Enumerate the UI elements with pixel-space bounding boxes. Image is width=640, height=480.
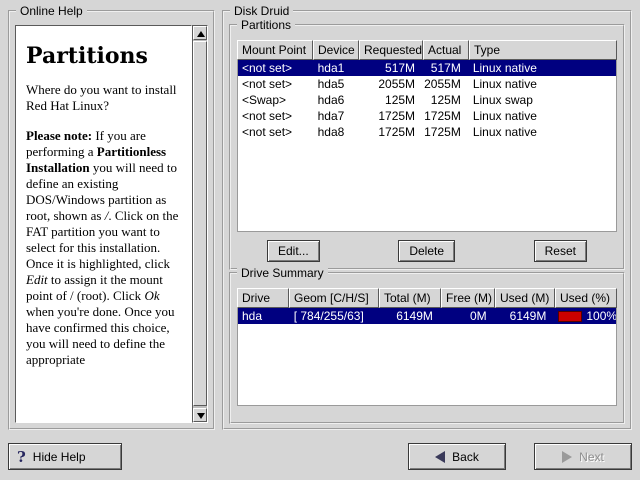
drive-row[interactable]: hda [ 784/255/63] 6149M 0M 6149M 100%: [238, 308, 616, 324]
drive-summary-frame: Drive Summary Drive Geom [C/H/S] Total (…: [229, 272, 625, 424]
cell-free: 0M: [441, 308, 495, 324]
disk-druid-frame: Disk Druid Partitions Mount Point Device…: [222, 10, 632, 430]
arrow-down-icon: [197, 413, 205, 419]
column-header-drive[interactable]: Drive: [237, 288, 289, 308]
column-header-type[interactable]: Type: [469, 40, 617, 60]
column-header-total[interactable]: Total (M): [379, 288, 441, 308]
cell-actual: 1725M: [423, 124, 469, 140]
cell-mount-point: <not set>: [238, 108, 314, 124]
partitions-table-body: <not set> hda1 517M 517M Linux native <n…: [237, 60, 617, 232]
help-heading: Partitions: [26, 48, 183, 64]
scroll-down-button[interactable]: [193, 408, 207, 422]
column-header-requested[interactable]: Requested: [359, 40, 423, 60]
cell-used-m: 6149M: [495, 308, 555, 324]
cell-type: Linux native: [469, 108, 616, 124]
cell-drive: hda: [238, 308, 290, 324]
cell-requested: 517M: [359, 60, 423, 76]
cell-device: hda5: [314, 76, 360, 92]
cell-actual: 125M: [423, 92, 469, 108]
cell-device: hda8: [314, 124, 360, 140]
cell-requested: 1725M: [359, 124, 423, 140]
reset-button[interactable]: Reset: [534, 240, 587, 262]
partitions-frame: Partitions Mount Point Device Requested …: [229, 24, 625, 270]
help-note-seg: Edit: [26, 272, 48, 287]
drive-summary-table-header: Drive Geom [C/H/S] Total (M) Free (M) Us…: [237, 288, 617, 308]
cell-requested: 1725M: [359, 108, 423, 124]
scroll-up-button[interactable]: [193, 26, 207, 40]
cell-geom: [ 784/255/63]: [290, 308, 380, 324]
delete-button[interactable]: Delete: [398, 240, 455, 262]
disk-druid-frame-title: Disk Druid: [230, 4, 293, 18]
partitions-table: Mount Point Device Requested Actual Type…: [237, 40, 617, 232]
cell-actual: 1725M: [423, 108, 469, 124]
column-header-mount-point[interactable]: Mount Point: [237, 40, 313, 60]
cell-device: hda7: [314, 108, 360, 124]
cell-type: Linux swap: [469, 92, 616, 108]
help-content: Partitions Where do you want to install …: [15, 25, 192, 423]
next-button[interactable]: Next: [534, 443, 632, 470]
installer-screen: { "colors": { "selection": "#000080", "u…: [0, 0, 640, 480]
cell-device: hda6: [314, 92, 360, 108]
online-help-frame: Online Help Partitions Where do you want…: [8, 10, 215, 430]
help-question-icon: ?: [17, 448, 26, 466]
help-note-seg: Ok: [144, 288, 159, 303]
cell-actual: 2055M: [423, 76, 469, 92]
cell-used-pct: 100%: [554, 308, 616, 324]
drive-summary-table: Drive Geom [C/H/S] Total (M) Free (M) Us…: [237, 288, 617, 406]
back-arrow-icon: [435, 451, 445, 463]
back-label: Back: [452, 450, 479, 464]
next-arrow-icon: [562, 451, 572, 463]
hide-help-label: Hide Help: [33, 450, 86, 464]
hide-help-button[interactable]: ? Hide Help: [8, 443, 122, 470]
cell-total: 6149M: [379, 308, 441, 324]
help-note-seg: when you're done. Once you have confirme…: [26, 304, 175, 367]
cell-mount-point: <not set>: [238, 60, 314, 76]
cell-type: Linux native: [469, 76, 616, 92]
column-header-device[interactable]: Device: [313, 40, 359, 60]
used-percent-bar: [558, 311, 582, 322]
drive-summary-frame-title: Drive Summary: [237, 266, 328, 280]
cell-device: hda1: [314, 60, 360, 76]
partitions-frame-title: Partitions: [237, 18, 295, 32]
used-percent-label: 100%: [586, 308, 616, 324]
online-help-frame-title: Online Help: [16, 4, 87, 18]
column-header-used-m[interactable]: Used (M): [495, 288, 555, 308]
partition-row[interactable]: <not set> hda1 517M 517M Linux native: [238, 60, 616, 76]
cell-actual: 517M: [423, 60, 469, 76]
drive-summary-table-body: hda [ 784/255/63] 6149M 0M 6149M 100%: [237, 308, 617, 406]
partition-row[interactable]: <not set> hda5 2055M 2055M Linux native: [238, 76, 616, 92]
column-header-used-pct[interactable]: Used (%): [555, 288, 617, 308]
cell-type: Linux native: [469, 60, 616, 76]
cell-mount-point: <Swap>: [238, 92, 314, 108]
column-header-free[interactable]: Free (M): [441, 288, 495, 308]
back-button[interactable]: Back: [408, 443, 506, 470]
help-scrollbar[interactable]: [192, 25, 208, 423]
column-header-geom[interactable]: Geom [C/H/S]: [289, 288, 379, 308]
partition-row[interactable]: <Swap> hda6 125M 125M Linux swap: [238, 92, 616, 108]
cell-mount-point: <not set>: [238, 76, 314, 92]
next-label: Next: [579, 450, 604, 464]
partition-row[interactable]: <not set> hda8 1725M 1725M Linux native: [238, 124, 616, 140]
help-intro: Where do you want to install Red Hat Lin…: [26, 82, 183, 114]
partitions-table-header: Mount Point Device Requested Actual Type: [237, 40, 617, 60]
help-note-seg: Please note:: [26, 128, 92, 143]
edit-button[interactable]: Edit...: [267, 240, 320, 262]
help-note: Please note: If you are performing a Par…: [26, 128, 183, 368]
partitions-button-row: Edit... Delete Reset: [231, 240, 623, 262]
arrow-up-icon: [197, 31, 205, 37]
partition-row[interactable]: <not set> hda7 1725M 1725M Linux native: [238, 108, 616, 124]
scrollbar-thumb[interactable]: [193, 41, 207, 406]
cell-requested: 2055M: [359, 76, 423, 92]
cell-type: Linux native: [469, 124, 616, 140]
column-header-actual[interactable]: Actual: [423, 40, 469, 60]
cell-requested: 125M: [359, 92, 423, 108]
cell-mount-point: <not set>: [238, 124, 314, 140]
